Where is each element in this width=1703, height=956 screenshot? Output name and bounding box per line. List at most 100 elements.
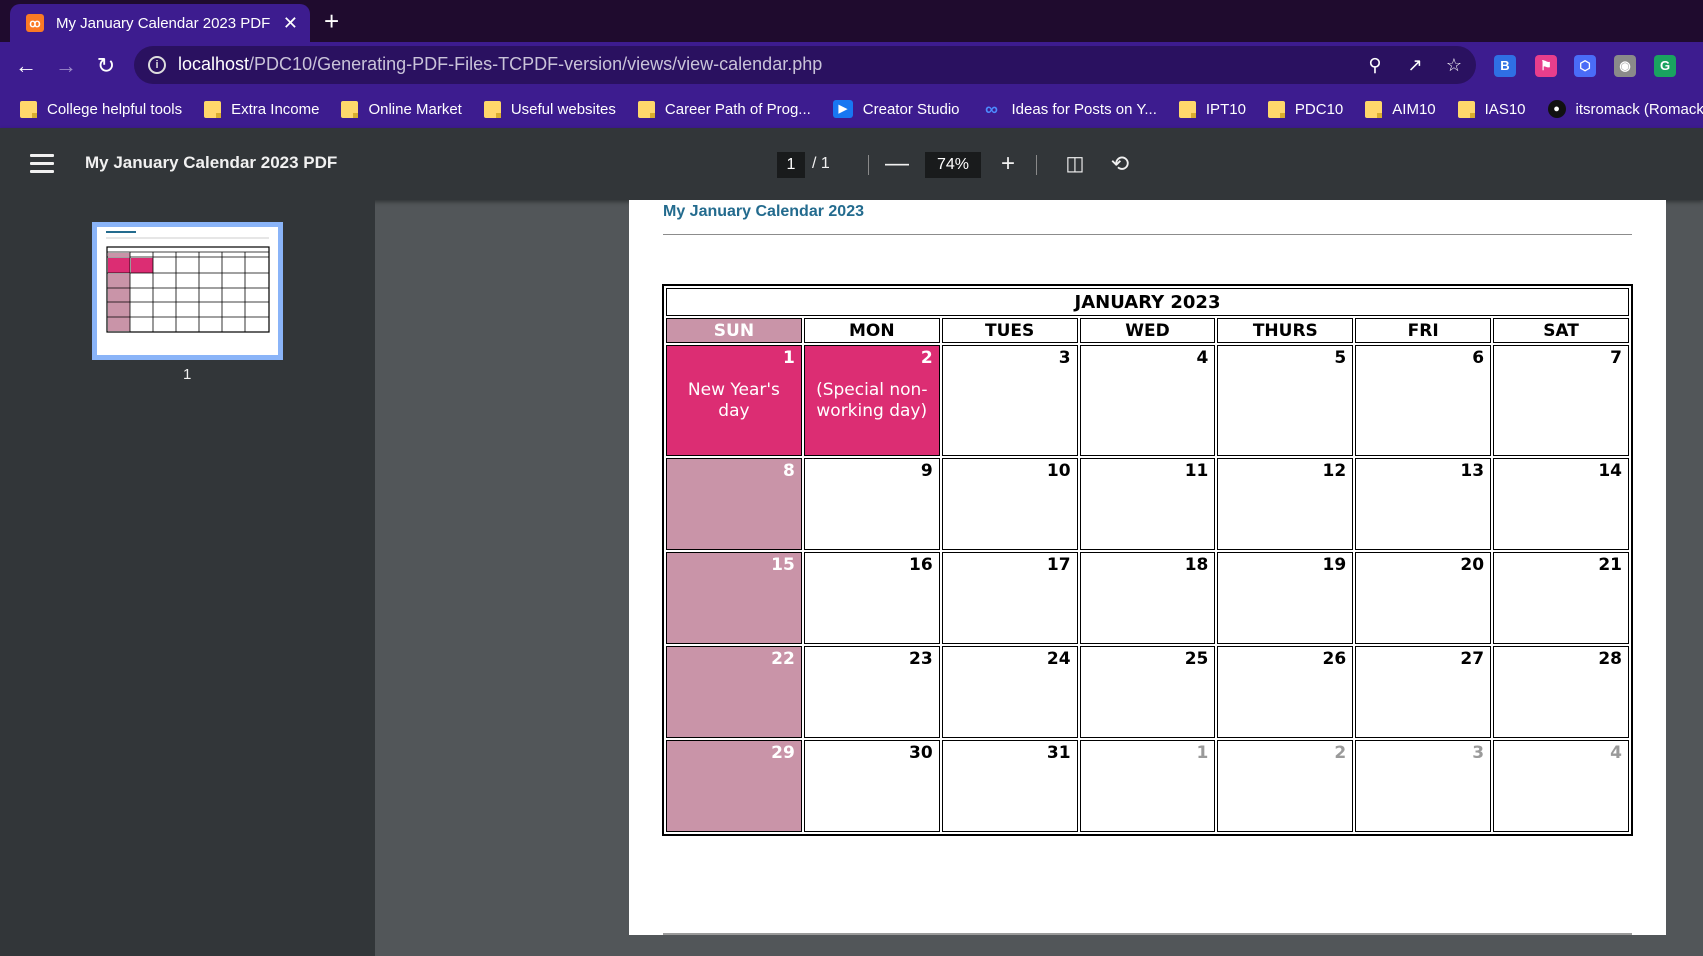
tab-title: My January Calendar 2023 PDF [56, 14, 271, 32]
zoom-out-button[interactable]: — [883, 150, 911, 178]
calendar-day-cell: 7 [1493, 345, 1629, 456]
bookmark-ideas-for-posts[interactable]: ∞ Ideas for Posts on Y... [982, 100, 1157, 118]
pdf-title: My January Calendar 2023 PDF [85, 153, 338, 172]
day-header-sun: SUN [666, 318, 802, 343]
meta-icon: ∞ [985, 99, 998, 119]
site-info-icon[interactable]: i [148, 56, 166, 74]
close-tab-icon[interactable]: ✕ [283, 13, 298, 33]
calendar-day-cell: 4 [1493, 740, 1629, 832]
calendar-day-cell: 30 [803, 740, 940, 832]
url-path: /PDC10/Generating-PDF-Files-TCPDF-versio… [249, 54, 823, 74]
bookmark-useful-websites[interactable]: Useful websites [483, 100, 616, 118]
day-number: 25 [1184, 649, 1209, 669]
day-header-mon: MON [803, 318, 940, 343]
calendar-day-cell: 22 [666, 646, 802, 738]
day-number: 1 [783, 348, 795, 368]
hexagon-extension-icon[interactable]: ⬡ [1574, 55, 1596, 77]
menu-icon[interactable] [30, 154, 54, 174]
reload-icon[interactable]: ↻ [92, 52, 120, 80]
bitwarden-extension-icon[interactable]: B [1494, 55, 1516, 77]
day-number: 7 [1610, 348, 1622, 368]
folder-icon [1457, 100, 1475, 118]
toolbar-divider [868, 155, 869, 175]
calendar-day-cell: 4 [1079, 345, 1216, 456]
bookmark-label: Ideas for Posts on Y... [1011, 100, 1157, 118]
bookmark-label: Creator Studio [862, 100, 960, 118]
calendar-day-cell: 23 [803, 646, 940, 738]
calendar-day-cell: 28 [1493, 646, 1629, 738]
bookmark-label: IAS10 [1484, 100, 1526, 118]
bookmark-ipt10[interactable]: IPT10 [1178, 100, 1246, 118]
bookmark-star-icon[interactable]: ☆ [1441, 52, 1467, 78]
day-number: 8 [783, 461, 795, 481]
bookmark-career-path[interactable]: Career Path of Prog... [637, 100, 811, 118]
calendar-week-row: 29 30 31 1 2 3 4 [666, 740, 1629, 832]
bookmark-label: itsromack (Romack... [1575, 100, 1703, 118]
page-total: / 1 [812, 155, 830, 172]
folder-icon [1178, 100, 1196, 118]
grammarly-extension-icon[interactable]: G [1654, 55, 1676, 77]
folder-icon [1267, 100, 1285, 118]
url-text[interactable]: localhost/PDC10/Generating-PDF-Files-TCP… [178, 54, 822, 75]
back-icon[interactable]: ← [12, 52, 40, 80]
day-number: 31 [1046, 743, 1071, 763]
bookmark-online-market[interactable]: Online Market [341, 100, 462, 118]
folder-icon [341, 100, 359, 118]
thumbnail-sidebar: 1 [0, 200, 375, 956]
calendar-day-cell: 19 [1217, 552, 1354, 644]
new-tab-button[interactable]: + [324, 6, 339, 36]
bookmark-creator-studio[interactable]: ▶ Creator Studio [832, 100, 960, 118]
flag-extension-icon[interactable]: ⚑ [1535, 55, 1557, 77]
day-number: 4 [1610, 743, 1622, 763]
calendar-week-row: 1 New Year's day 2 (Special non-working day… [666, 345, 1629, 456]
zoom-icon[interactable]: ⚲ [1362, 52, 1388, 78]
bookmark-extra-income[interactable]: Extra Income [204, 100, 320, 118]
calendar-day-cell: 24 [941, 646, 1078, 738]
calendar-day-cell: 16 [803, 552, 940, 644]
day-number: 6 [1472, 348, 1485, 368]
bookmark-aim10[interactable]: AIM10 [1365, 100, 1436, 118]
calendar-week-row: 15 16 17 18 19 20 21 [666, 552, 1629, 644]
day-number: 22 [771, 649, 795, 669]
bookmark-label: Career Path of Prog... [664, 100, 811, 118]
bookmark-label: College helpful tools [47, 100, 183, 118]
day-number: 23 [909, 649, 933, 669]
forward-icon[interactable]: → [52, 52, 80, 80]
day-number: 27 [1460, 649, 1485, 669]
share-icon[interactable]: ↗ [1402, 52, 1428, 78]
day-number: 16 [909, 555, 933, 575]
bookmark-pdc10[interactable]: PDC10 [1267, 100, 1344, 118]
address-bar[interactable]: i localhost/PDC10/Generating-PDF-Files-T… [134, 46, 1476, 84]
thumbnail-calendar-graphic [106, 231, 270, 333]
bookmark-ias10[interactable]: IAS10 [1457, 100, 1526, 118]
calendar-day-cell: 13 [1355, 458, 1492, 550]
calendar-day-cell: 2 [1217, 740, 1354, 832]
day-number: 3 [1472, 743, 1485, 763]
page-thumbnail[interactable] [92, 222, 283, 360]
browser-tab[interactable]: ꝏ My January Calendar 2023 PDF ✕ [10, 4, 310, 42]
calendar-day-cell: 21 [1493, 552, 1629, 644]
xampp-icon: ꝏ [26, 14, 44, 32]
rotate-icon[interactable]: ⟲ [1106, 150, 1134, 178]
page-number-input[interactable]: 1 [777, 152, 805, 178]
zoom-in-button[interactable]: + [994, 150, 1022, 178]
tab-strip: ꝏ My January Calendar 2023 PDF ✕ + [0, 0, 1703, 42]
bookmark-label: AIM10 [1392, 100, 1436, 118]
calendar-day-cell: 1 New Year's day [666, 345, 802, 456]
zoom-level-input[interactable]: 74% [925, 152, 981, 178]
calendar-day-cell: 1 [1079, 740, 1216, 832]
bookmark-itsromack[interactable]: ● itsromack (Romack... [1547, 100, 1703, 118]
bookmark-label: PDC10 [1294, 100, 1344, 118]
bookmark-label: Extra Income [231, 100, 320, 118]
camera-extension-icon[interactable]: ◉ [1614, 55, 1636, 77]
day-number: 4 [1196, 348, 1209, 368]
day-number: 20 [1460, 555, 1485, 575]
holiday-note: (Special non-working day) [816, 380, 928, 421]
thumbnail-page-number: 1 [183, 366, 192, 383]
bookmark-college-helpful-tools[interactable]: College helpful tools [20, 100, 183, 118]
holiday-note: New Year's day [687, 380, 780, 421]
fit-to-page-icon[interactable]: ◫ [1061, 150, 1089, 178]
day-number: 11 [1184, 461, 1209, 481]
day-number: 18 [1184, 555, 1209, 575]
calendar-table: JANUARY 2023 SUN MON TUES WED THURS FRI SAT 1N… [662, 284, 1633, 836]
